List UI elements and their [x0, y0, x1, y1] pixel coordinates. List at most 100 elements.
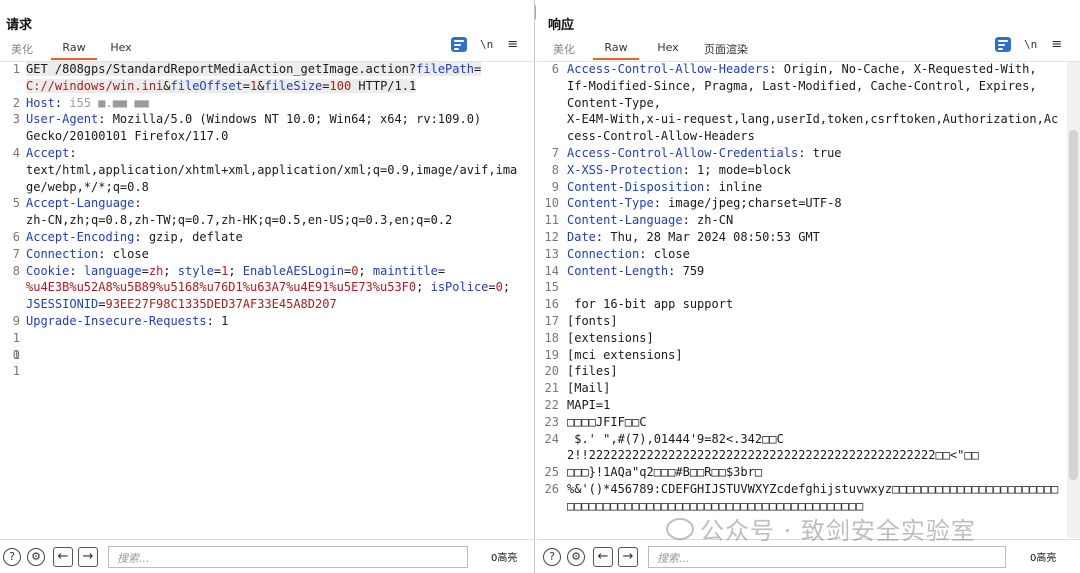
tab-hex[interactable]: Hex [651, 38, 685, 60]
token: $.' ",#(7),01444'9=82<.342□□C 2!!2222222… [567, 431, 979, 463]
tab-render[interactable]: 页面渲染 [701, 38, 751, 60]
line-content: Accept-Language: zh-CN,zh;q=0.8,zh-TW;q=… [26, 196, 452, 227]
token: [extensions] [567, 330, 654, 345]
request-match-count: 0高亮 [491, 553, 518, 564]
token: □□□}!1AQa"q2□□□#B□□R□□$3br□ [567, 465, 763, 480]
code-line: 26 %&'()*456789:CDEFGHIJSTUVWXYZcdefghijs… [541, 481, 1065, 515]
line-number: 1 [12, 62, 20, 76]
token: [mci extensions] [567, 347, 683, 362]
wrap-lines-icon[interactable] [451, 37, 467, 52]
line-content: Accept-Encoding: gzip, deflate [26, 230, 243, 244]
line-number: 11 [12, 347, 20, 379]
line-content: Content-Disposition: inline [567, 180, 762, 194]
line-number: 17 [544, 313, 559, 328]
code-line: 6 Access-Control-Allow-Headers: Origin, N… [541, 61, 1065, 145]
code-line: 8 Cookie: language=zh; style=1; EnableAES… [6, 263, 524, 313]
code-line: 7 Access-Control-Allow-Credentials: true [541, 145, 1065, 162]
token: : text/html,application/xhtml+xml,applic… [26, 145, 518, 194]
line-content: Cookie: language=zh; style=1; EnableAESL… [26, 264, 510, 312]
code-line: 17 [fonts] [541, 313, 1065, 330]
request-editor[interactable]: 1 GET /808gps/StandardReportMediaAction_g… [6, 61, 524, 378]
code-line: 16 for 16-bit app support [541, 296, 1065, 313]
header-name: Connection [567, 246, 640, 261]
header-name: Content-Disposition [567, 179, 705, 194]
line-content: Host: i55 ■.■■ ■■ [26, 96, 149, 110]
menu-icon[interactable]: ≡ [1051, 37, 1062, 52]
line-content: Date: Thu, 28 Mar 2024 08:50:53 GMT [567, 230, 820, 244]
token: = [242, 78, 250, 93]
line-content [26, 331, 33, 345]
settings-gear-icon[interactable]: ⚙ [567, 547, 585, 566]
code-line: 7 Connection: close [6, 246, 524, 263]
search-next-button[interactable]: → [78, 546, 98, 567]
help-icon[interactable]: ? [543, 547, 561, 566]
line-content: Access-Control-Allow-Headers: Origin, No… [567, 62, 1058, 143]
token: ; [228, 263, 243, 278]
code-line: 3 User-Agent: Mozilla/5.0 (Windows NT 10.… [6, 111, 524, 145]
header-name: Accept-Encoding [26, 229, 135, 244]
token: = [473, 62, 482, 76]
line-content: %&'()*456789:CDEFGHIJSTUVWXYZcdefghijstu… [567, 482, 1058, 513]
line-number: 18 [544, 330, 559, 345]
line-content: $.' ",#(7),01444'9=82<.342□□C 2!!2222222… [567, 432, 979, 463]
line-content: □□□}!1AQa"q2□□□#B□□R□□$3br□ [567, 465, 762, 479]
show-newlines-button[interactable]: \n [480, 38, 493, 51]
line-number: 14 [544, 263, 559, 278]
line-content: Access-Control-Allow-Credentials: true [567, 146, 842, 160]
token: : inline [704, 179, 763, 194]
token: [Mail] [567, 381, 611, 396]
response-scrollbar-thumb[interactable] [1069, 130, 1078, 480]
help-icon[interactable]: ? [3, 547, 21, 566]
code-line: 2 Host: i55 ■.■■ ■■ [6, 95, 524, 112]
show-newlines-button[interactable]: \n [1024, 38, 1037, 51]
header-name: JSESSIONID [26, 297, 99, 312]
line-content: MAPI=1 [567, 398, 610, 412]
tab-raw[interactable]: Raw [51, 38, 97, 60]
header-name: Access-Control-Allow-Credentials [567, 145, 799, 160]
response-editor[interactable]: 6 Access-Control-Allow-Headers: Origin, N… [541, 61, 1065, 515]
token: : [54, 95, 70, 110]
line-number: 8 [12, 263, 20, 278]
line-number: 19 [544, 347, 559, 362]
token: : zh-CN [682, 213, 734, 228]
line-number: 26 [544, 481, 559, 496]
request-tabs: 美化 Raw Hex [0, 38, 137, 60]
code-line: 6 Accept-Encoding: gzip, deflate [6, 229, 524, 246]
code-line: 12 Date: Thu, 28 Mar 2024 08:50:53 GMT [541, 229, 1065, 246]
line-number: 10 [544, 196, 559, 211]
code-line: 4 Accept: text/html,application/xhtml+xml… [6, 145, 524, 195]
token: = [322, 78, 330, 93]
token: 100 [329, 78, 352, 93]
line-number: 6 [551, 62, 559, 76]
tab-pretty[interactable]: 美化 [553, 38, 575, 60]
search-next-button[interactable]: → [618, 546, 638, 567]
line-content: Content-Type: image/jpeg;charset=UTF-8 [567, 196, 842, 210]
wrap-lines-icon[interactable] [995, 37, 1011, 52]
menu-icon[interactable]: ≡ [507, 37, 518, 52]
request-title: 请求 [6, 18, 33, 33]
request-search-bar: ? ⚙ ← → 搜索... 0高亮 [0, 539, 534, 573]
line-number: 20 [544, 364, 559, 379]
line-number: 7 [12, 246, 20, 261]
token: ; [163, 263, 178, 278]
header-name: Cookie [26, 263, 70, 278]
header-name: language [83, 263, 142, 278]
tab-raw[interactable]: Raw [593, 38, 639, 60]
watermark-text: 公众号 · 致剑安全实验室 [700, 517, 976, 545]
code-line: 1 GET /808gps/StandardReportMediaAction_g… [6, 61, 524, 95]
token: : Thu, 28 Mar 2024 08:50:53 GMT [595, 229, 820, 244]
code-line: 8 X-XSS-Protection: 1; mode=block [541, 162, 1065, 179]
settings-gear-icon[interactable]: ⚙ [27, 547, 45, 566]
tab-hex[interactable]: Hex [105, 38, 137, 60]
header-name: Content-Language [567, 213, 683, 228]
header-name: Host [26, 95, 55, 110]
line-content: [Mail] [567, 381, 610, 395]
token: : true [798, 145, 842, 160]
response-search-input[interactable]: 搜索... [648, 545, 1006, 568]
search-prev-button[interactable]: ← [593, 546, 613, 567]
header-name: X-XSS-Protection [567, 162, 683, 177]
response-toolbar: \n ≡ [995, 37, 1062, 52]
tab-pretty[interactable]: 美化 [11, 38, 33, 60]
search-prev-button[interactable]: ← [53, 546, 73, 567]
request-search-input[interactable]: 搜索... [108, 545, 468, 568]
